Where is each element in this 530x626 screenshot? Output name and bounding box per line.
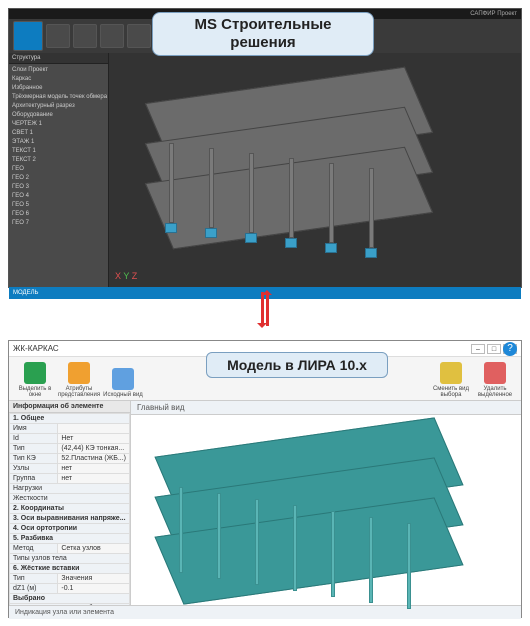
help-icon[interactable]: ? <box>503 342 517 356</box>
tree-item[interactable]: ГЕО <box>12 165 105 174</box>
minimize-button[interactable]: – <box>471 344 485 354</box>
lira-title-text: ЖК-КАРКАС <box>13 344 59 353</box>
tree-item[interactable]: ТЕКСТ 2 <box>12 156 105 165</box>
properties-table: 1. Общее Имя IdНет Тип(42,44) КЭ тонкая.… <box>9 413 130 605</box>
ms-tree[interactable]: Слои Проект Каркас Избранное Трёхмерная … <box>9 64 108 230</box>
lira-properties-panel[interactable]: Информация об элементе 1. Общее Имя IdНе… <box>9 401 131 605</box>
tree-item[interactable]: ГЕО 7 <box>12 219 105 228</box>
tree-item[interactable]: ГЕО 5 <box>12 201 105 210</box>
tree-item[interactable]: Слои Проект <box>12 66 105 75</box>
ms-ribbon-main-button[interactable] <box>13 21 43 51</box>
tree-item[interactable]: Каркас <box>12 75 105 84</box>
viewport-tab[interactable]: Главный вид <box>131 401 521 415</box>
prop-group[interactable]: 1. Общее <box>10 414 130 424</box>
ms-ribbon-button[interactable] <box>100 24 124 48</box>
ms-sidebar-header: Структура <box>9 53 108 64</box>
ms-sidebar[interactable]: Структура Слои Проект Каркас Избранное Т… <box>9 53 109 287</box>
ms-title-right: САПФИР Проект <box>470 11 517 17</box>
tree-item[interactable]: ГЕО 2 <box>12 174 105 183</box>
props-title: Информация об элементе <box>9 401 130 413</box>
lira-caption-badge: Модель в ЛИРА 10.x <box>206 352 388 378</box>
lira-3d-viewport[interactable]: Главный вид <box>131 401 521 605</box>
lira-app-window: ЖК-КАРКАС – □ × ? Выделить в окне Атрибу… <box>8 340 522 618</box>
lira-statusbar: Индикация узла или элемента <box>9 605 521 619</box>
ms-building-model <box>129 73 469 253</box>
bidirectional-arrows-icon <box>248 292 282 336</box>
tree-item[interactable]: ЭТАЖ 1 <box>12 138 105 147</box>
tree-item[interactable]: ГЕО 6 <box>12 210 105 219</box>
source-view-button[interactable]: Исходный вид <box>103 360 143 398</box>
lira-building-model <box>149 427 499 587</box>
attributes-button[interactable]: Атрибуты представления <box>59 360 99 398</box>
tree-item[interactable]: Архитектурный разрез <box>12 102 105 111</box>
tree-item[interactable]: СВЕТ 1 <box>12 129 105 138</box>
ms-3d-viewport[interactable]: X Y Z <box>109 53 521 287</box>
tree-item[interactable]: ЧЕРТЕЖ 1 <box>12 120 105 129</box>
tree-item[interactable]: ТЕКСТ 1 <box>12 147 105 156</box>
delete-selection-button[interactable]: Удалить выделенное <box>475 360 515 398</box>
select-in-window-button[interactable]: Выделить в окне <box>15 360 55 398</box>
maximize-button[interactable]: □ <box>487 344 501 354</box>
change-view-button[interactable]: Сменить вид выбора <box>431 360 471 398</box>
ms-ribbon-button[interactable] <box>46 24 70 48</box>
tree-item[interactable]: ГЕО 3 <box>12 183 105 192</box>
tree-item[interactable]: Трёхмерная модель точек обмера <box>12 93 105 102</box>
tree-item[interactable]: Оборудование <box>12 111 105 120</box>
ms-ribbon-button[interactable] <box>73 24 97 48</box>
ms-caption-badge: MS Строительныерешения <box>152 12 374 56</box>
ms-ribbon-button[interactable] <box>127 24 151 48</box>
tree-item[interactable]: Избранное <box>12 84 105 93</box>
axis-indicator-icon: X Y Z <box>115 271 137 281</box>
tree-item[interactable]: ГЕО 4 <box>12 192 105 201</box>
